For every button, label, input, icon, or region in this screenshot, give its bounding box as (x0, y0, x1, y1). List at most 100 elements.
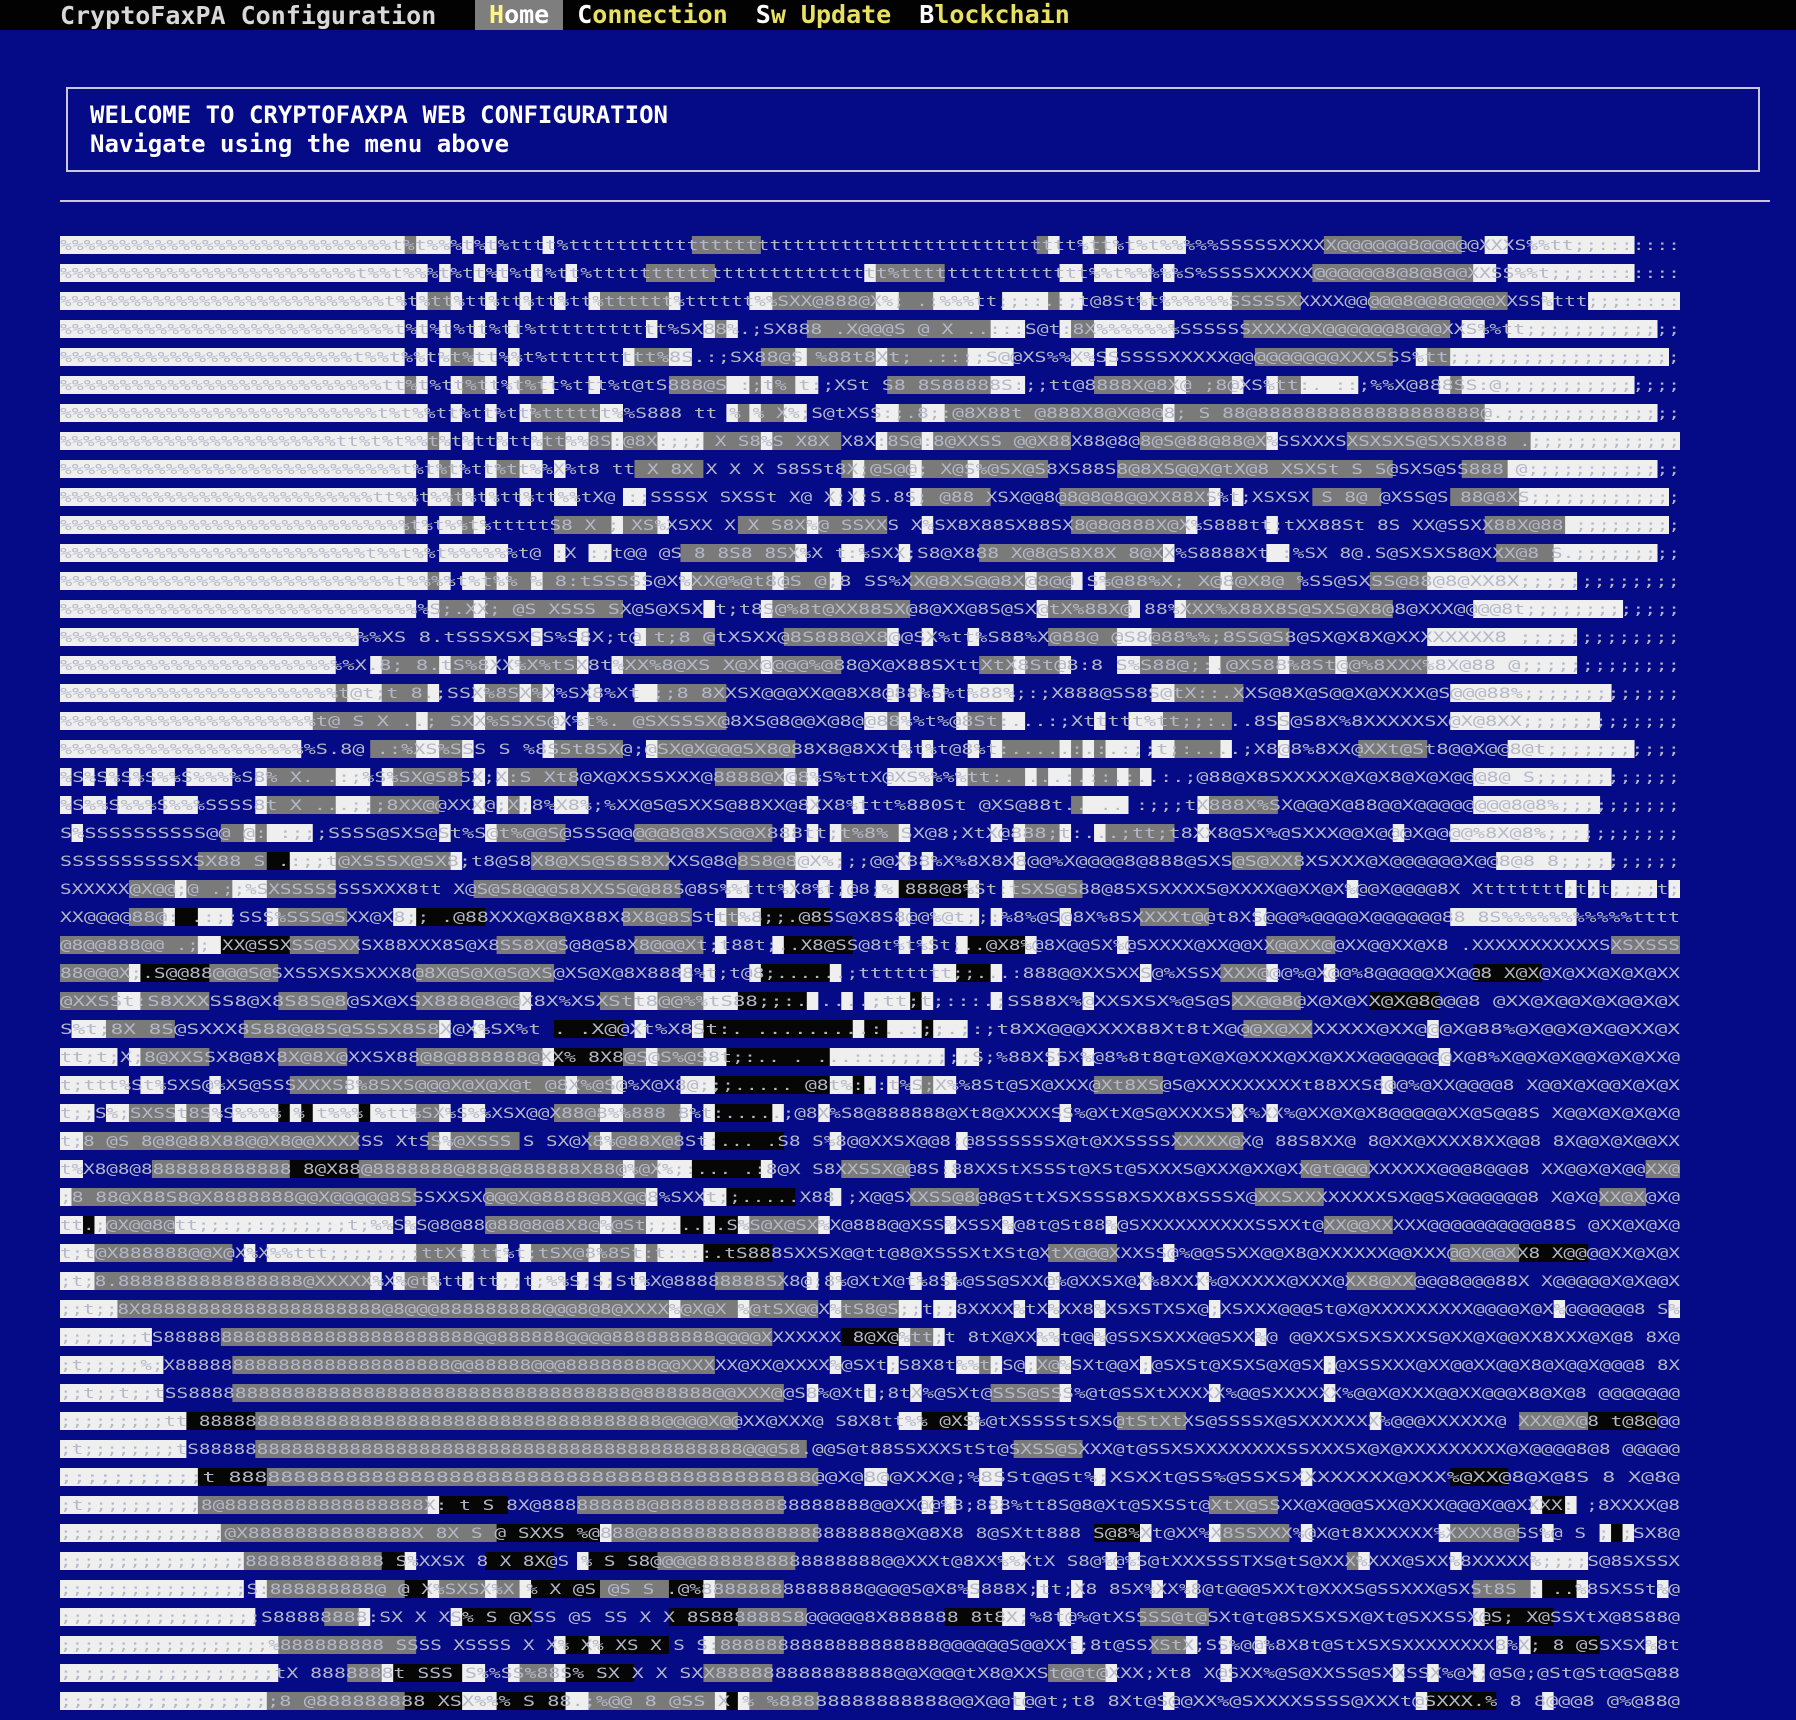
menu-item-home-hotkey: H (489, 0, 505, 29)
art-row-text: %%%%%%%%%%%%%%%%%%%%%%%%X.8; 8.tS%8XX%X%… (60, 658, 1680, 674)
art-row: %%%%%%%%%%%%%%%%%%%%%%%%X.8; 8.tS%8XX%X%… (60, 656, 1680, 674)
art-row-text: ;;;;;;;;;tt 8888888888888888888888888888… (60, 1414, 1680, 1430)
art-row-text: %%%%%%%%%%%%%%%%%%%%%%%%%%%tt%%t%%t%t%tt… (60, 490, 1680, 506)
art-row-text: ;;;;;;;;;;;;;;;;;;8 @888888888 XSX%%% S … (60, 1694, 1680, 1710)
art-row-text: %%%%%%%%%%%%%%%%%%%%%%%%%%%%t%t%%%t%t%tt… (60, 238, 1680, 254)
menu-item-connection[interactable]: Connection (563, 0, 742, 30)
art-row-text: ;;t;;t;;tSS88888888888888888888888888888… (60, 1386, 1680, 1402)
art-row: ;;;;;;;;;;;t 888888888888888888888888888… (60, 1468, 1680, 1486)
art-row-text: t;8 @S 8@8@88X88@@X8@@XXXXSS XtSS%@XSSS … (60, 1134, 1680, 1150)
art-row-text: %%%%%%%%%%%%%%%%%%%%%%%%tt%t%t%%t%t%tt%t… (60, 434, 1680, 450)
art-row-text: ;t;;;;;%;X888888888888888888888888@@8888… (60, 1358, 1680, 1374)
art-row-text: ;;t;;8X888888888888888888888@8@@@8888888… (60, 1302, 1680, 1318)
art-row-text: %%%%%%%%%%%%%%%%%%%%%t@ S X ..; SXX%SSXS… (60, 714, 1680, 730)
art-row: ;8 88@X88S8@X8888888@@X@@@@@8SSSXXSX@@@X… (60, 1188, 1680, 1206)
art-row-text: ;;;;;;;;;;;;;;;;888888888888 S%XXSX 8 X … (60, 1554, 1680, 1570)
art-row-text: %%%%%%%%%%%%%%%%%%%%%%%%%%%%t%t%tt%tt%tt… (60, 294, 1680, 310)
welcome-subtext: Navigate using the menu above (90, 130, 510, 158)
art-row-text: t%X8@8@8888888888888 8@X88@8888888@888@8… (60, 1162, 1680, 1178)
art-row-text: ;;;;;;;;;;;;;;@X88888888888888X 8X S @ S… (60, 1526, 1680, 1542)
menu-item-connection-hotkey: C (577, 0, 593, 29)
art-row: t;8 @S 8@8@88X88@@X8@@XXXXSS XtSS%@XSSS … (60, 1132, 1680, 1150)
art-row-text: %%%%%%%%%%%%%%%%%%%%%%%%%%%%%%t%t%%t%ttt… (60, 518, 1680, 534)
art-row: %%%%%%%%%%%%%%%%%%%%%%%%tt%t%t%%t%t%tt%t… (60, 432, 1680, 450)
art-row-text: %%%%%%%%%%%%%%%%%%%%%%%%%t%%t%%%t%tt%t%t… (60, 266, 1680, 282)
art-row: %%%%%%%%%%%%%%%%%%%%%%%%%t%%t%%%t%tt%t%t… (60, 264, 1680, 282)
art-row-text: %%%%%%%%%%%%%%%%%%%%%%%%%%%t%t%%tt%tt%tt… (60, 406, 1680, 422)
app-title: CryptoFaxPA Configuration (60, 0, 437, 30)
art-row: %%%%%%%%%%%%%%%%%%%%%%%%%%%%%t%t%t%tt%tt… (60, 460, 1680, 478)
art-row-text: %%%%%%%%%%%%%%%%%%%%%%%t@t;t 8.;SSX%8SX%… (60, 686, 1680, 702)
art-row: ;t;;;;;;;;tS8888888888888888888888888888… (60, 1440, 1680, 1458)
art-row: ;;;;;;;;;;;;;;;;;;8 @888888888 XSX%%% S … (60, 1692, 1680, 1710)
art-row: ;;;;;;;;;;;;;;;;;S88888888:SX X XS% S @X… (60, 1608, 1680, 1626)
art-row-text: 88@@@X;.S@@88@@@S@SXSSXSXSXXX8@8X@S@X@S@… (60, 966, 1680, 982)
menu-bar: CryptoFaxPA Configuration Home Connectio… (0, 0, 1796, 30)
art-row: %S%%S%%%S%%%SSSS8t X ...;;;8XX@@XXX@;X;8… (60, 796, 1680, 814)
art-row: tt;t;X;8@XXSSX8@8X8X@8X@XXSX88@8@888888@… (60, 1048, 1680, 1066)
art-row: %%%%%%%%%%%%%%%%%%%%%%%%%%%%%%t%t%%t%ttt… (60, 516, 1680, 534)
menu-item-home-label: ome (504, 0, 550, 29)
art-row: XX@@@@88@: .:;;SSS%SSS@SXX@X8;; .@88XXX@… (60, 908, 1680, 926)
art-row: %%%%%%%%%%%%%%%%%%%%%%%%%%%%t%t%t%tt%tt%… (60, 320, 1680, 338)
art-row-text: ;t;8.8888888888888888@XXXXX%X%@t%tt;tt;;… (60, 1274, 1680, 1290)
art-row: %S%S%S%S%%S%%%%S8% X. .:;%S%SX@S8SX;X:S … (60, 768, 1680, 786)
art-row: SSSSSSSSSSXSX88 S .:;;t@XSSSX@SX8;t8@S8X… (60, 852, 1680, 870)
art-row: ;;;;;;;;;;;;;;;;S:888888888@ @ X%SXSX%X … (60, 1580, 1680, 1598)
welcome-panel: WELCOME TO CRYPTOFAXPA WEB CONFIGURATION… (66, 87, 1760, 172)
art-row: %%%%%%%%%%%%%%%%%%%%%%%%%%%tt%%t%%t%t%tt… (60, 488, 1680, 506)
art-row: @8@@888@@ .;; XX@SSXSS@SXXSX88XXX8S@X8SS… (60, 936, 1680, 954)
art-row: t%X8@8@8888888888888 8@X88@8888888@888@8… (60, 1160, 1680, 1178)
menu-item-sw-update[interactable]: Sw Update (742, 0, 905, 30)
art-row-text: ;;;;;;;;;;;;;;;;;;%888888888 SSSS XSSSS … (60, 1638, 1680, 1654)
art-row: %%%%%%%%%%%%%%%%%%%%%%%%t%%t%%t%t%tt%%t%… (60, 348, 1680, 366)
art-row: 88@@@X;.S@@88@@@S@SXSSXSXSXXX8@8X@S@X@S@… (60, 964, 1680, 982)
menu-item-home[interactable]: Home (475, 0, 564, 30)
art-row: ;;t;;t;;tSS88888888888888888888888888888… (60, 1384, 1680, 1402)
art-row-text: ;;;;;;;tS888888888888888888888888888@@88… (60, 1330, 1680, 1346)
art-row: ;;;;;;;;;;;;;;@X88888888888888X 8X S @ S… (60, 1524, 1680, 1542)
art-row-text: %S%S%S%S%%S%%%%S8% X. .:;%S%SX@S8SX;X:S … (60, 770, 1680, 786)
art-row-text: %%%%%%%%%%%%%%%%%%%%%%%%%%%tt%t%tt%tt%t%… (60, 378, 1680, 394)
art-row-text: %%%%%%%%%%%%%%%%%%%%%%%%%%t%%t%%t%%%%%%t… (60, 546, 1680, 562)
art-row: %%%%%%%%%%%%%%%%%%%%%S.8@ .:%XS%SSS S %8… (60, 740, 1680, 758)
art-row: %%%%%%%%%%%%%%%%%%%%%%%%%%%%t%t%tt%tt%tt… (60, 292, 1680, 310)
art-row-text: ;;;;;;;;;;;;;;;;S:888888888@ @ X%SXSX%X … (60, 1582, 1680, 1598)
divider (60, 200, 1770, 202)
art-row: S%SSSSSSSSSS@@ @: :;;;SSSS@SXS@St%S@t%@@… (60, 824, 1680, 842)
art-row-text: t;ttt%St%SXS@%XS@SSSXXXS8%8SXS@@@X@X@X@t… (60, 1078, 1680, 1094)
art-row-text: @XXSSt:S8XXXSS8@X8S8S@8@SX@XSX888@8@@X8X… (60, 994, 1680, 1010)
menu-item-blockchain-label: lockchain (934, 0, 1070, 29)
art-row: ;;;;;;;;;tt 8888888888888888888888888888… (60, 1412, 1680, 1430)
art-row: %%%%%%%%%%%%%%%%%%%%%%%%%%%tt%t%tt%tt%t%… (60, 376, 1680, 394)
art-row: %%%%%%%%%%%%%%%%%%%%%t@ S X ..; SXX%SSXS… (60, 712, 1680, 730)
art-row: %%%%%%%%%%%%%%%%%%%%%%%%%%%t%t%%tt%tt%tt… (60, 404, 1680, 422)
art-row: ;t;;;;;%;X888888888888888888888888@@8888… (60, 1356, 1680, 1374)
art-row: %%%%%%%%%%%%%%%%%%%%%%%%%%%t%%%%t%t%% % … (60, 572, 1680, 590)
art-row: ;;t;;8X888888888888888888888@8@@@8888888… (60, 1300, 1680, 1318)
art-row-text: tt;t;X;8@XXSSX8@8X8X@8X@XXSX88@8@888888@… (60, 1050, 1680, 1066)
art-row: ;;;;;;;;;;;;;;;;;;tX 8888888t SSS S%%SS%… (60, 1664, 1680, 1682)
welcome-heading: WELCOME TO CRYPTOFAXPA WEB CONFIGURATION (90, 101, 668, 129)
art-row-text: XX@@@@88@: .:;;SSS%SSS@SXX@X8;; .@88XXX@… (60, 910, 1680, 926)
art-row-text: %%%%%%%%%%%%%%%%%%%%%%%%t%%t%%t%t%tt%%t%… (60, 350, 1680, 366)
art-row-text: ;t;;;;;;;;tS8888888888888888888888888888… (60, 1442, 1680, 1458)
art-row: ;;;;;;;;;;;;;;;;888888888888 S%XXSX 8 X … (60, 1552, 1680, 1570)
art-row-text: %S%%S%%%S%%%SSSS8t X ...;;;8XX@@XXX@;X;8… (60, 798, 1680, 814)
art-row-text: %%%%%%%%%%%%%%%%%%%%%%%%%%XS 8.tSSSXSXSS… (60, 630, 1680, 646)
art-row: t;ttt%St%SXS@%XS@SSSXXXS8%8SXS@@@X@X@X@t… (60, 1076, 1680, 1094)
art-row-text: S%SSSSSSSSSS@@ @: :;;;SSSS@SXS@St%S@t%@@… (60, 826, 1680, 842)
art-row-text: t;t@X888888@@X@X%X%%ttt;;;;;;;;ttXt;tt%t… (60, 1246, 1680, 1262)
art-row: %%%%%%%%%%%%%%%%%%%%%%%t@t;t 8.;SSX%8SX%… (60, 684, 1680, 702)
menu-item-blockchain[interactable]: Blockchain (905, 0, 1084, 30)
art-row-text: ;t;;;;;;;;;;8@88888888888888888X: t S 8X… (60, 1498, 1680, 1514)
art-row-text: ;8 88@X88S8@X8888888@@X@@@@@8SSSXXSX@@@X… (60, 1190, 1680, 1206)
art-row: S%t;8X 8S@SXXX8S88@@8S@SSSX8S8X@X%SX%t .… (60, 1020, 1680, 1038)
art-row: t;t@X888888@@X@X%X%%ttt;;;;;;;;ttXt;tt%t… (60, 1244, 1680, 1262)
art-row-text: %%%%%%%%%%%%%%%%%%%%%%%%%%%%%t%t%t%tt%tt… (60, 462, 1680, 478)
art-row-text: ;;;;;;;;;;;t 888888888888888888888888888… (60, 1470, 1680, 1486)
menu-item-sw-update-hotkey: S (755, 0, 771, 29)
menu-item-connection-label: onnection (592, 0, 728, 29)
art-row: %%%%%%%%%%%%%%%%%%%%%%%%%%%%t%t%%%t%t%tt… (60, 236, 1680, 254)
art-row-text: %%%%%%%%%%%%%%%%%%%%%S.8@ .:%XS%SSS S %8… (60, 742, 1680, 758)
